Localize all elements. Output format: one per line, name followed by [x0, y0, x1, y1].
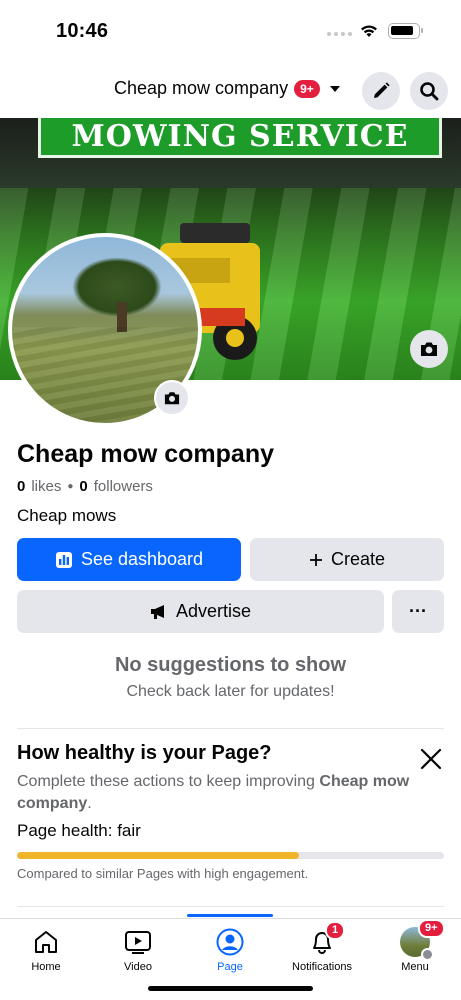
status-time: 10:46 [56, 20, 109, 42]
health-progress-fill [17, 852, 299, 859]
advertise-label: Advertise [175, 601, 252, 621]
tab-menu-label: Menu [401, 961, 429, 973]
likes-count: 0 [17, 478, 26, 495]
section-divider [17, 728, 444, 729]
health-status: Page health: fair [17, 821, 141, 841]
followers-label[interactable]: followers [94, 478, 153, 495]
camera-icon [164, 392, 180, 405]
create-label: Create [330, 549, 386, 569]
health-compare-note: Compared to similar Pages with high enga… [17, 866, 309, 881]
health-status-label: Page health: [17, 821, 113, 840]
advertise-button[interactable]: Advertise [17, 590, 384, 633]
cover-camera-button[interactable] [410, 330, 448, 368]
megaphone-icon [150, 604, 164, 619]
more-icon: ··· [409, 601, 427, 621]
tab-page[interactable]: Page [184, 927, 276, 973]
cover-banner-text: MOWING SERVICE [71, 119, 409, 154]
search-icon [420, 82, 439, 101]
health-description: Complete these actions to keep improving… [17, 771, 427, 815]
status-bar: 10:46 [0, 0, 461, 60]
home-indicator [148, 986, 313, 991]
tab-notifications[interactable]: 1 Notifications [276, 921, 368, 973]
followers-count: 0 [79, 478, 88, 495]
home-icon [31, 927, 61, 957]
page-switcher[interactable]: Cheap mow company 9+ [114, 78, 340, 99]
dashboard-icon [55, 551, 72, 568]
health-desc-prefix: Complete these actions to keep improving [17, 773, 320, 790]
tab-home-label: Home [31, 961, 61, 973]
video-icon [123, 927, 153, 957]
plus-icon [309, 553, 322, 566]
tab-page-label: Page [217, 961, 243, 973]
profile-camera-button[interactable] [154, 380, 190, 416]
edit-button[interactable] [362, 72, 400, 110]
page-icon [215, 927, 245, 957]
tab-home[interactable]: Home [0, 927, 92, 973]
close-icon[interactable] [418, 746, 444, 772]
pencil-icon [374, 82, 390, 98]
page-title: Cheap mow company [17, 440, 274, 468]
menu-badge: 9+ [418, 919, 445, 938]
page-header: Cheap mow company 9+ [0, 66, 461, 118]
bell-icon: 1 [307, 921, 346, 957]
page-bio: Cheap mows [17, 506, 117, 525]
health-desc-suffix: . [87, 795, 92, 812]
notifications-badge: 1 [325, 921, 346, 940]
health-title: How healthy is your Page? [17, 742, 272, 764]
tab-video-label: Video [124, 961, 152, 973]
menu-lines-icon [421, 948, 434, 961]
tab-video[interactable]: Video [92, 927, 184, 973]
more-options-button[interactable]: ··· [392, 590, 444, 633]
suggestions-title: No suggestions to show [114, 654, 347, 676]
suggestions-subtitle: Check back later for updates! [126, 683, 335, 700]
wifi-icon [361, 25, 377, 37]
page-switcher-name: Cheap mow company [114, 78, 289, 98]
active-tab-indicator [187, 914, 273, 917]
see-dashboard-button[interactable]: See dashboard [17, 538, 241, 581]
tab-notifications-label: Notifications [292, 961, 352, 973]
camera-icon [421, 342, 437, 356]
likes-label[interactable]: likes [31, 478, 61, 495]
search-button[interactable] [410, 72, 448, 110]
battery-icon [388, 23, 423, 39]
see-dashboard-label: See dashboard [80, 549, 204, 569]
page-notification-badge: 9+ [294, 79, 320, 98]
signal-icon [327, 32, 352, 36]
tab-menu[interactable]: 9+ Menu [369, 919, 461, 973]
avatar-icon: 9+ [400, 919, 445, 961]
chevron-down-icon [329, 85, 340, 92]
page-stats: 0 likes ● 0 followers [17, 478, 153, 495]
create-button[interactable]: Create [250, 538, 444, 581]
cover-banner: MOWING SERVICE [38, 118, 442, 158]
separator-dot: ● [67, 481, 74, 492]
health-progress-bar [17, 852, 444, 859]
health-status-value: fair [117, 821, 141, 840]
